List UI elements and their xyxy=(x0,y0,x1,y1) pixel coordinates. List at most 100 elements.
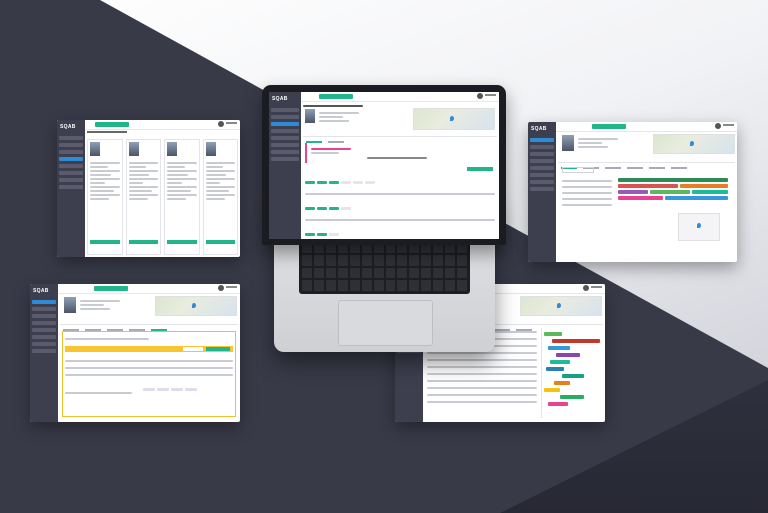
unit-card[interactable] xyxy=(202,139,238,255)
alert-panel xyxy=(305,143,495,163)
user-name xyxy=(485,94,496,96)
sidebar-item[interactable] xyxy=(271,157,299,161)
laptop-screen: SQAB xyxy=(262,85,506,245)
sidebar-item-active[interactable] xyxy=(59,157,83,161)
gantt-chart xyxy=(541,328,602,418)
sidebar-item[interactable] xyxy=(530,187,554,191)
user-name xyxy=(723,124,734,126)
sidebar-item[interactable] xyxy=(32,321,56,325)
sidebar-item[interactable] xyxy=(271,115,299,119)
sidebar-item[interactable] xyxy=(530,166,554,170)
sidebar-item[interactable] xyxy=(530,145,554,149)
sidebar-item[interactable] xyxy=(59,164,83,168)
unit-image xyxy=(205,142,216,156)
brand-logo: SQAB xyxy=(272,96,288,102)
sidebar-item[interactable] xyxy=(271,143,299,147)
tab[interactable] xyxy=(671,167,687,169)
camera-notch xyxy=(370,85,398,90)
select-button[interactable] xyxy=(205,240,235,244)
select-button[interactable] xyxy=(167,240,197,244)
tab-bar xyxy=(558,157,735,169)
schedule-grid xyxy=(618,178,728,208)
sidebar-item[interactable] xyxy=(59,185,83,189)
primary-button[interactable] xyxy=(319,94,353,99)
dropdown[interactable] xyxy=(562,167,594,173)
user-name xyxy=(226,286,237,288)
brand-logo: SQAB xyxy=(33,288,49,294)
sidebar-item[interactable] xyxy=(32,349,56,353)
unit-card[interactable] xyxy=(87,139,123,255)
location-map[interactable] xyxy=(413,108,495,130)
sidebar: SQAB xyxy=(528,122,556,262)
location-map[interactable] xyxy=(653,134,735,154)
sidebar-item[interactable] xyxy=(32,328,56,332)
sidebar: SQAB xyxy=(30,284,58,422)
unit-image xyxy=(128,142,139,156)
user-name xyxy=(226,122,237,124)
sidebar-item[interactable] xyxy=(32,307,56,311)
sidebar-item[interactable] xyxy=(32,335,56,339)
unit-card[interactable] xyxy=(125,139,161,255)
sidebar: SQAB xyxy=(57,120,85,257)
avatar[interactable] xyxy=(583,285,589,291)
primary-button[interactable] xyxy=(95,122,129,127)
unit-image xyxy=(90,142,100,156)
sidebar-item-active[interactable] xyxy=(530,138,554,142)
main-content xyxy=(558,133,735,260)
screen-top-left: SQAB xyxy=(57,120,240,257)
project-image xyxy=(305,109,315,123)
laptop-display: SQAB xyxy=(269,92,499,239)
screen-bottom-left: SQAB xyxy=(30,284,240,422)
main-content xyxy=(60,295,238,420)
sidebar-item[interactable] xyxy=(59,178,83,182)
location-map[interactable] xyxy=(155,296,237,316)
avatar[interactable] xyxy=(715,123,721,129)
order-panel xyxy=(62,331,236,417)
select-button[interactable] xyxy=(128,240,158,244)
tab[interactable] xyxy=(649,167,665,169)
sidebar-item[interactable] xyxy=(271,108,299,112)
sidebar-item[interactable] xyxy=(530,173,554,177)
sidebar-item[interactable] xyxy=(271,150,299,154)
user-name xyxy=(591,286,602,288)
screen-top-right: SQAB xyxy=(528,122,737,262)
project-image xyxy=(562,135,574,151)
primary-button[interactable] xyxy=(592,124,626,129)
sidebar-item[interactable] xyxy=(59,150,83,154)
sidebar-item[interactable] xyxy=(271,129,299,133)
cards-row xyxy=(87,139,238,255)
highlight-row[interactable] xyxy=(65,346,233,352)
avatar[interactable] xyxy=(218,121,224,127)
tab[interactable] xyxy=(627,167,643,169)
page-title xyxy=(87,131,127,133)
sidebar-item[interactable] xyxy=(530,180,554,184)
sidebar-item[interactable] xyxy=(59,136,83,140)
tab[interactable] xyxy=(605,167,621,169)
primary-button[interactable] xyxy=(94,286,128,291)
save-button[interactable] xyxy=(467,167,493,171)
project-image xyxy=(64,297,76,313)
unit-image xyxy=(167,142,177,156)
avatar[interactable] xyxy=(218,285,224,291)
top-bar xyxy=(301,92,499,102)
sidebar-item[interactable] xyxy=(32,314,56,318)
sidebar-item-active[interactable] xyxy=(271,122,299,126)
sidebar-item[interactable] xyxy=(59,171,83,175)
tab-bar xyxy=(303,131,497,143)
sidebar-item[interactable] xyxy=(530,159,554,163)
sidebar-item[interactable] xyxy=(32,342,56,346)
sidebar-item[interactable] xyxy=(530,152,554,156)
select-button[interactable] xyxy=(90,240,120,244)
sidebar-item-active[interactable] xyxy=(32,300,56,304)
sidebar-item[interactable] xyxy=(271,136,299,140)
tab-bar xyxy=(60,319,238,331)
top-bar xyxy=(85,120,240,130)
top-bar xyxy=(58,284,240,294)
location-map[interactable] xyxy=(520,296,602,316)
avatar[interactable] xyxy=(477,93,483,99)
sidebar: SQAB xyxy=(269,92,301,239)
trackpad xyxy=(338,300,433,346)
floor-plan[interactable] xyxy=(678,213,720,241)
sidebar-item[interactable] xyxy=(59,143,83,147)
unit-card[interactable] xyxy=(164,139,200,255)
